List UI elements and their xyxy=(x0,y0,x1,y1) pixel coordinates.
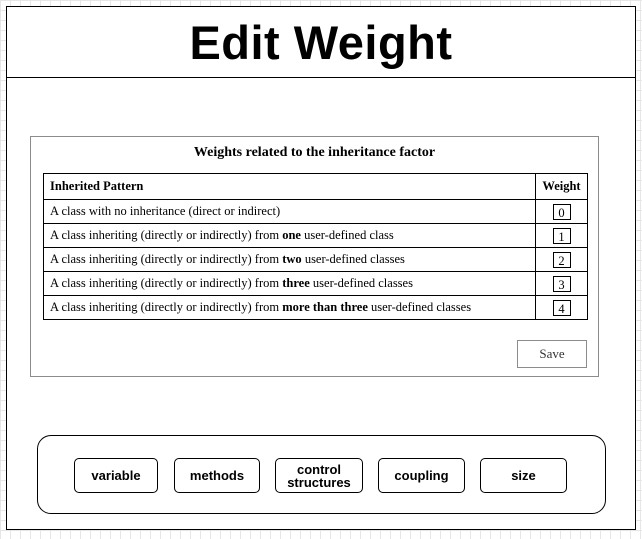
pattern-count: one xyxy=(282,228,301,242)
pattern-cell: A class with no inheritance (direct or i… xyxy=(43,199,536,224)
pattern-text: A class inheriting (directly or indirect… xyxy=(50,252,283,266)
weight-cell: 4 xyxy=(535,295,588,320)
coupling-button-label: coupling xyxy=(394,468,449,483)
pattern-text: A class inheriting (directly or indirect… xyxy=(50,300,283,314)
inheritance-weights-panel: Weights related to the inheritance facto… xyxy=(30,136,599,377)
pattern-cell: A class inheriting (directly or indirect… xyxy=(43,223,536,248)
pattern-cell: A class inheriting (directly or indirect… xyxy=(43,247,536,272)
control-structures-label-line1: control xyxy=(296,461,342,477)
column-header-weight: Weight xyxy=(535,173,588,200)
weights-table: Inherited Pattern Weight A class with no… xyxy=(43,173,588,320)
weight-cell: 1 xyxy=(535,223,588,248)
pattern-cell: A class inheriting (directly or indirect… xyxy=(43,295,536,320)
weight-cell: 2 xyxy=(535,247,588,272)
table-row: A class inheriting (directly or indirect… xyxy=(43,295,588,320)
weight-input-no-inheritance[interactable]: 0 xyxy=(552,203,571,220)
size-button-label: size xyxy=(511,468,536,483)
table-row: A class inheriting (directly or indirect… xyxy=(43,247,588,272)
column-header-pattern: Inherited Pattern xyxy=(43,173,536,200)
pattern-count: more than three xyxy=(282,300,368,314)
weight-cell: 3 xyxy=(535,271,588,296)
pattern-text: A class inheriting (directly or indirect… xyxy=(50,228,283,242)
variable-button[interactable]: variable xyxy=(74,458,158,493)
table-row: A class inheriting (directly or indirect… xyxy=(43,223,588,248)
control-structures-label-line2: structures xyxy=(287,474,351,490)
save-button[interactable]: Save xyxy=(517,340,587,368)
methods-button[interactable]: methods xyxy=(174,458,260,493)
weight-input-more-than-three[interactable]: 4 xyxy=(552,299,571,316)
variable-button-label: variable xyxy=(91,468,141,483)
table-header-row: Inherited Pattern Weight xyxy=(43,173,588,200)
app-frame: Edit Weight Weights related to the inher… xyxy=(6,6,636,530)
size-button[interactable]: size xyxy=(480,458,567,493)
factor-nav-bar: variable methods control structures coup… xyxy=(37,435,606,514)
pattern-text-end: user-defined class xyxy=(300,228,394,242)
page-title: Edit Weight xyxy=(189,15,453,69)
pattern-text: A class inheriting (directly or indirect… xyxy=(50,276,283,290)
pattern-cell: A class inheriting (directly or indirect… xyxy=(43,271,536,296)
weight-cell: 0 xyxy=(535,199,588,224)
methods-button-label: methods xyxy=(189,468,245,483)
weight-input-three-classes[interactable]: 3 xyxy=(552,275,571,292)
weight-input-one-class[interactable]: 1 xyxy=(552,227,571,244)
panel-title: Weights related to the inheritance facto… xyxy=(193,145,436,160)
pattern-text-end: user-defined classes xyxy=(367,300,472,314)
table-row: A class with no inheritance (direct or i… xyxy=(43,199,588,224)
pattern-text-end: user-defined classes xyxy=(301,252,405,266)
pattern-count: two xyxy=(282,252,302,266)
weight-input-two-classes[interactable]: 2 xyxy=(552,251,571,268)
control-structures-button[interactable]: control structures xyxy=(275,458,363,493)
coupling-button[interactable]: coupling xyxy=(378,458,465,493)
pattern-text: A class with no inheritance (direct or i… xyxy=(50,204,281,218)
table-row: A class inheriting (directly or indirect… xyxy=(43,271,588,296)
pattern-count: three xyxy=(282,276,310,290)
header: Edit Weight xyxy=(7,7,635,78)
pattern-text-end: user-defined classes xyxy=(309,276,413,290)
